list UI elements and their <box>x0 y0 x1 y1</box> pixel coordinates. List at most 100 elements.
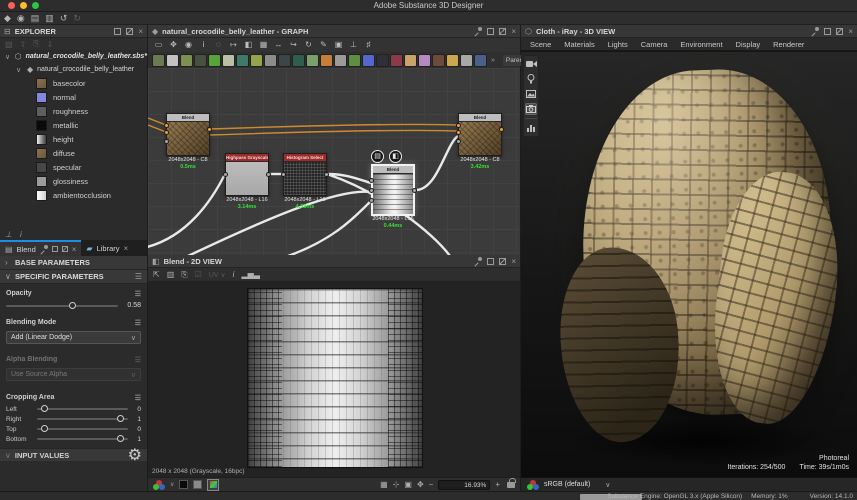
close-panel-icon[interactable]: × <box>138 28 143 35</box>
link-icon[interactable]: ⎘ <box>33 39 39 49</box>
package-name[interactable]: natural_crocodile_belly_leather.sbs* <box>26 53 147 60</box>
atomic-node-button[interactable] <box>152 54 165 67</box>
atomic-node-button[interactable] <box>460 54 473 67</box>
opacity-slider-knob[interactable] <box>69 302 76 309</box>
lock-icon[interactable] <box>507 482 515 488</box>
graph-tool-icon[interactable]: ◧ <box>242 39 255 51</box>
float-panel-icon[interactable] <box>487 258 494 265</box>
input-port[interactable] <box>164 130 169 135</box>
app-toolbar-icon[interactable]: ◆ <box>4 12 11 25</box>
node-blend-1[interactable]: Blend 2048x2048 - C8 0.5ms <box>166 113 210 156</box>
render-stats-icon[interactable] <box>525 122 537 134</box>
maximize-panel-icon[interactable] <box>499 258 506 265</box>
opacity-value[interactable]: 0.58 <box>123 302 141 309</box>
histogram-icon[interactable]: ▂▅▃ <box>241 270 259 279</box>
pin-icon[interactable] <box>40 245 48 253</box>
float-panel-icon[interactable] <box>52 246 58 252</box>
input-port[interactable] <box>164 139 169 144</box>
channel-row[interactable]: diffuse <box>0 146 147 160</box>
channel-row[interactable]: specular <box>0 160 147 174</box>
atomic-node-button[interactable] <box>194 54 207 67</box>
graph-tool-icon[interactable]: ✥ <box>167 39 180 51</box>
output-port[interactable] <box>266 172 271 177</box>
maximize-panel-icon[interactable] <box>62 246 68 252</box>
input-port[interactable] <box>369 188 374 193</box>
camera-view-icon[interactable] <box>525 58 537 70</box>
maximize-panel-icon[interactable] <box>126 28 133 35</box>
graph-canvas[interactable]: Blend 2048x2048 - C8 0.5ms Highpass Gray… <box>148 68 520 255</box>
input-port[interactable] <box>281 172 286 177</box>
properties-icon[interactable]: ⊥ <box>5 230 12 239</box>
chevron-down-icon[interactable]: ∨ <box>170 481 174 488</box>
atomic-node-button[interactable] <box>432 54 445 67</box>
section-menu-icon[interactable]: ☰ <box>135 272 142 281</box>
texture-preview[interactable] <box>247 288 423 468</box>
graph-tool-icon[interactable]: ▣ <box>332 39 345 51</box>
graph-tool-icon[interactable]: ↻ <box>302 39 315 51</box>
float-panel-icon[interactable] <box>487 28 494 35</box>
channel-row[interactable]: ambientocclusion <box>0 188 147 202</box>
crop-row-value[interactable]: 0 <box>133 406 141 413</box>
atomic-node-button[interactable] <box>166 54 179 67</box>
param-menu-icon[interactable]: ☰ <box>135 394 141 402</box>
app-toolbar-icon[interactable]: ◉ <box>17 12 25 25</box>
zoom-out-icon[interactable]: − <box>429 480 434 489</box>
atomic-node-button[interactable] <box>264 54 277 67</box>
channel-row[interactable]: normal <box>0 90 147 104</box>
input-port[interactable] <box>456 139 461 144</box>
light-icon[interactable] <box>525 73 537 85</box>
node-histogram[interactable]: Histogram Select 2048x2048 - L16 4.39ms <box>283 153 327 196</box>
channel-row[interactable]: metallic <box>0 118 147 132</box>
camera-settings-icon[interactable] <box>525 103 537 115</box>
graph-tool-icon[interactable]: ▦ <box>257 39 270 51</box>
channel-row[interactable]: glossiness <box>0 174 147 188</box>
channel-row[interactable]: roughness <box>0 104 147 118</box>
zoom-level-field[interactable]: 16.93% <box>438 480 490 490</box>
atomic-node-button[interactable] <box>236 54 249 67</box>
tab-library[interactable]: ▰ Library × <box>81 240 133 256</box>
crop-row-value[interactable]: 1 <box>133 416 141 423</box>
package-row[interactable]: ∨ ⬡ natural_crocodile_belly_leather.sbs* <box>0 50 147 63</box>
atomic-node-button[interactable] <box>446 54 459 67</box>
chevron-down-icon[interactable]: ∨ <box>605 481 610 489</box>
export-image-icon[interactable]: ⇱ <box>153 270 160 279</box>
atomic-node-button[interactable] <box>334 54 347 67</box>
input-port[interactable] <box>369 178 374 183</box>
maximize-panel-icon[interactable] <box>499 28 506 35</box>
input-port[interactable] <box>223 172 228 177</box>
view3d-viewport[interactable]: Photoreal Iterations: 254/500Time: 39s/1… <box>521 52 857 477</box>
rgb-colorspace-icon[interactable] <box>527 480 539 490</box>
tiling-icon[interactable]: ▦ <box>380 480 388 489</box>
fit-view-icon[interactable]: ⊹ <box>393 480 400 489</box>
crop-slider-knob[interactable] <box>41 405 48 412</box>
crop-row-value[interactable]: 0 <box>133 426 141 433</box>
crop-slider-knob[interactable] <box>41 425 48 432</box>
close-window-button[interactable] <box>8 2 15 9</box>
channel-row[interactable]: basecolor <box>0 76 147 90</box>
close-tab-icon[interactable]: × <box>72 246 77 253</box>
export-icon[interactable]: ⇧ <box>20 40 27 49</box>
atomic-node-button[interactable] <box>390 54 403 67</box>
crop-slider-knob[interactable] <box>117 415 124 422</box>
view3d-menu-item[interactable]: Environment <box>680 40 722 49</box>
chevron-down-icon[interactable]: ∨ <box>5 53 11 61</box>
pan-icon[interactable]: ✥ <box>417 480 424 489</box>
palette-overflow-icon[interactable]: » <box>491 57 495 64</box>
view3d-menu-item[interactable]: Scene <box>530 40 551 49</box>
atomic-node-button[interactable] <box>418 54 431 67</box>
output-port[interactable] <box>412 188 417 193</box>
minimize-window-button[interactable] <box>20 2 27 9</box>
tab-blend[interactable]: ▤ Blend × <box>0 240 81 256</box>
specific-parameters-section[interactable]: ∨ SPECIFIC PARAMETERS ☰ <box>0 270 147 284</box>
zoom-in-icon[interactable]: + <box>495 480 500 489</box>
close-panel-icon[interactable]: × <box>511 28 516 35</box>
copy-image-icon[interactable]: ⎘ <box>181 270 187 280</box>
colorspace-dropdown[interactable]: sRGB (default) <box>544 481 590 488</box>
atomic-node-button[interactable] <box>362 54 375 67</box>
input-port[interactable] <box>456 130 461 135</box>
view2d-canvas[interactable]: 2048 x 2048 (Grayscale, 16bpc) <box>148 281 520 477</box>
atomic-node-button[interactable] <box>278 54 291 67</box>
crop-slider[interactable] <box>37 438 128 440</box>
save-image-icon[interactable]: ▥ <box>167 270 175 279</box>
graph-tool-icon[interactable]: ⊥ <box>347 39 360 51</box>
